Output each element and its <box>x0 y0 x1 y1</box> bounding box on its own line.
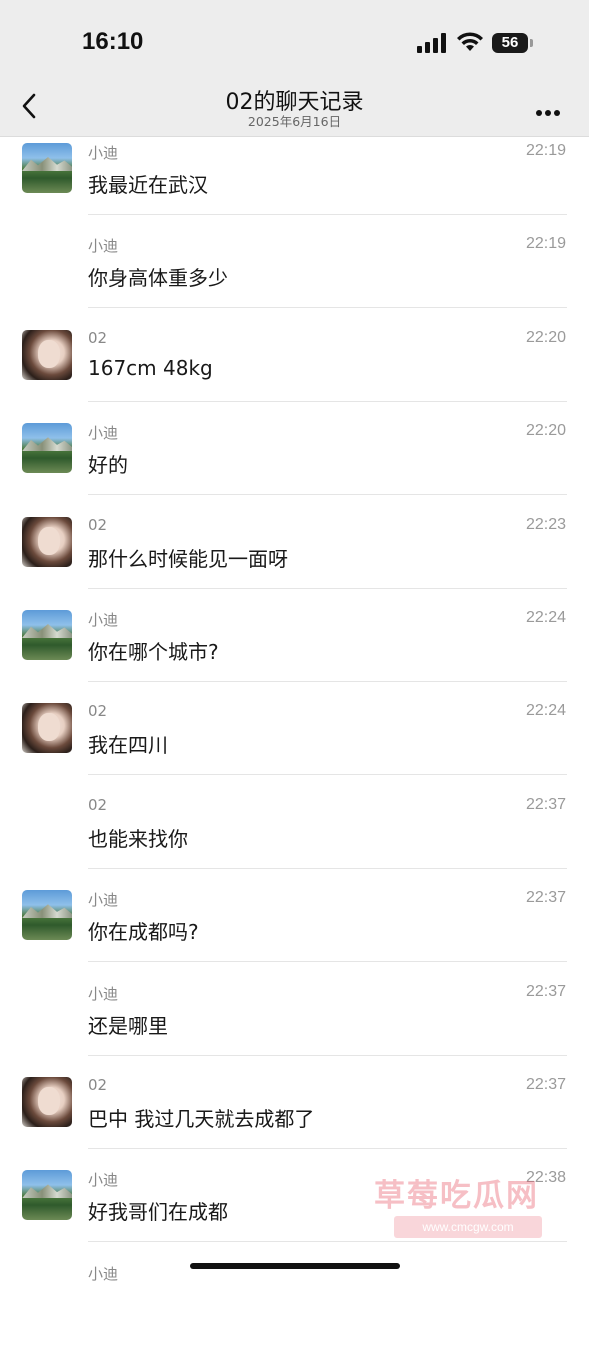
list-item[interactable]: 小迪 <box>0 1257 589 1350</box>
sender-name: 小迪 <box>88 891 119 910</box>
list-item[interactable]: 02 22:20 167cm 48kg <box>0 323 589 416</box>
sender-name: 02 <box>88 328 108 347</box>
battery-icon: 56 <box>492 33 528 53</box>
message-time: 22:23 <box>525 515 566 533</box>
message-text: 你在成都吗? <box>88 920 199 945</box>
message-time: 22:20 <box>525 328 566 346</box>
message-text: 你身高体重多少 <box>88 266 228 291</box>
message-time: 22:19 <box>525 142 566 159</box>
list-item[interactable]: 小迪 22:24 你在哪个城市? <box>0 603 589 696</box>
message-text: 167cm 48kg <box>88 355 213 380</box>
home-indicator <box>190 1263 400 1269</box>
list-item[interactable]: 02 22:37 巴中 我过几天就去成都了 <box>0 1070 589 1163</box>
message-text: 我在四川 <box>88 733 168 758</box>
nav-bar: 02的聊天记录 2025年6月16日 <box>0 75 589 137</box>
divider <box>88 214 567 215</box>
avatar[interactable] <box>22 1170 72 1221</box>
sender-name: 02 <box>88 795 108 814</box>
status-bar: 16:10 56 <box>0 0 589 75</box>
message-text: 巴中 我过几天就去成都了 <box>88 1107 315 1131</box>
avatar[interactable] <box>22 516 72 567</box>
sender-name: 小迪 <box>88 237 119 256</box>
list-item[interactable]: 小迪 22:20 好的 <box>0 416 589 509</box>
message-text: 那什么时候能见一面呀 <box>88 546 288 571</box>
divider <box>88 1241 567 1243</box>
sender-name: 02 <box>88 702 108 721</box>
sender-name: 02 <box>88 1076 108 1094</box>
divider <box>88 494 567 496</box>
message-text: 好的 <box>88 453 128 478</box>
message-text: 还是哪里 <box>88 1013 168 1038</box>
wifi-icon <box>457 32 483 51</box>
sender-name: 小迪 <box>88 144 119 162</box>
divider <box>88 400 567 402</box>
watermark-url: www.cmcgw.com <box>394 1216 542 1238</box>
avatar[interactable] <box>22 1077 72 1127</box>
sender-name: 02 <box>88 515 108 534</box>
avatar[interactable] <box>22 423 72 474</box>
list-item[interactable]: 小迪 22:19 我最近在武汉 <box>0 136 589 229</box>
battery-cap <box>530 39 533 47</box>
message-text: 好我哥们在成都 <box>88 1200 228 1225</box>
watermark-text: 草莓吃瓜网 <box>374 1178 539 1214</box>
list-item[interactable]: 小迪 22:37 你在成都吗? <box>0 883 589 976</box>
list-item[interactable]: 02 22:23 那什么时候能见一面呀 <box>0 510 589 603</box>
message-time: 22:37 <box>525 795 566 813</box>
message-text: 你在哪个城市? <box>88 640 219 664</box>
message-time: 22:24 <box>525 702 566 720</box>
message-time: 22:37 <box>525 889 566 907</box>
cellular-signal-icon <box>417 33 446 53</box>
divider <box>88 1054 567 1056</box>
more-options-icon[interactable] <box>536 101 564 116</box>
divider <box>88 587 567 589</box>
divider <box>88 307 567 309</box>
divider <box>88 1148 567 1149</box>
message-time: 22:37 <box>525 1076 566 1093</box>
avatar[interactable] <box>22 703 72 754</box>
list-item[interactable]: 02 22:37 也能来找你 <box>0 790 589 883</box>
sender-name: 小迪 <box>88 424 119 443</box>
list-item[interactable]: 小迪 22:37 还是哪里 <box>0 977 589 1070</box>
page-subtitle: 2025年6月16日 <box>247 114 342 129</box>
sender-name: 小迪 <box>88 611 119 629</box>
divider <box>88 867 567 869</box>
avatar[interactable] <box>22 610 72 660</box>
message-time: 22:24 <box>525 609 566 626</box>
message-text: 我最近在武汉 <box>88 173 208 197</box>
avatar[interactable] <box>22 890 72 941</box>
list-item[interactable]: 小迪 22:19 你身高体重多少 <box>0 229 589 322</box>
sender-name: 小迪 <box>88 984 119 1003</box>
avatar[interactable] <box>22 143 72 193</box>
message-time: 22:19 <box>525 235 566 253</box>
divider <box>88 774 567 776</box>
avatar[interactable] <box>22 329 72 380</box>
message-time: 22:37 <box>525 982 566 1000</box>
status-time: 16:10 <box>82 28 144 55</box>
sender-name: 小迪 <box>88 1171 119 1190</box>
list-item[interactable]: 02 22:24 我在四川 <box>0 696 589 789</box>
divider <box>88 681 567 682</box>
divider <box>88 961 567 963</box>
message-time: 22:20 <box>525 422 566 440</box>
message-text: 也能来找你 <box>88 826 188 851</box>
sender-name: 小迪 <box>88 1264 119 1283</box>
